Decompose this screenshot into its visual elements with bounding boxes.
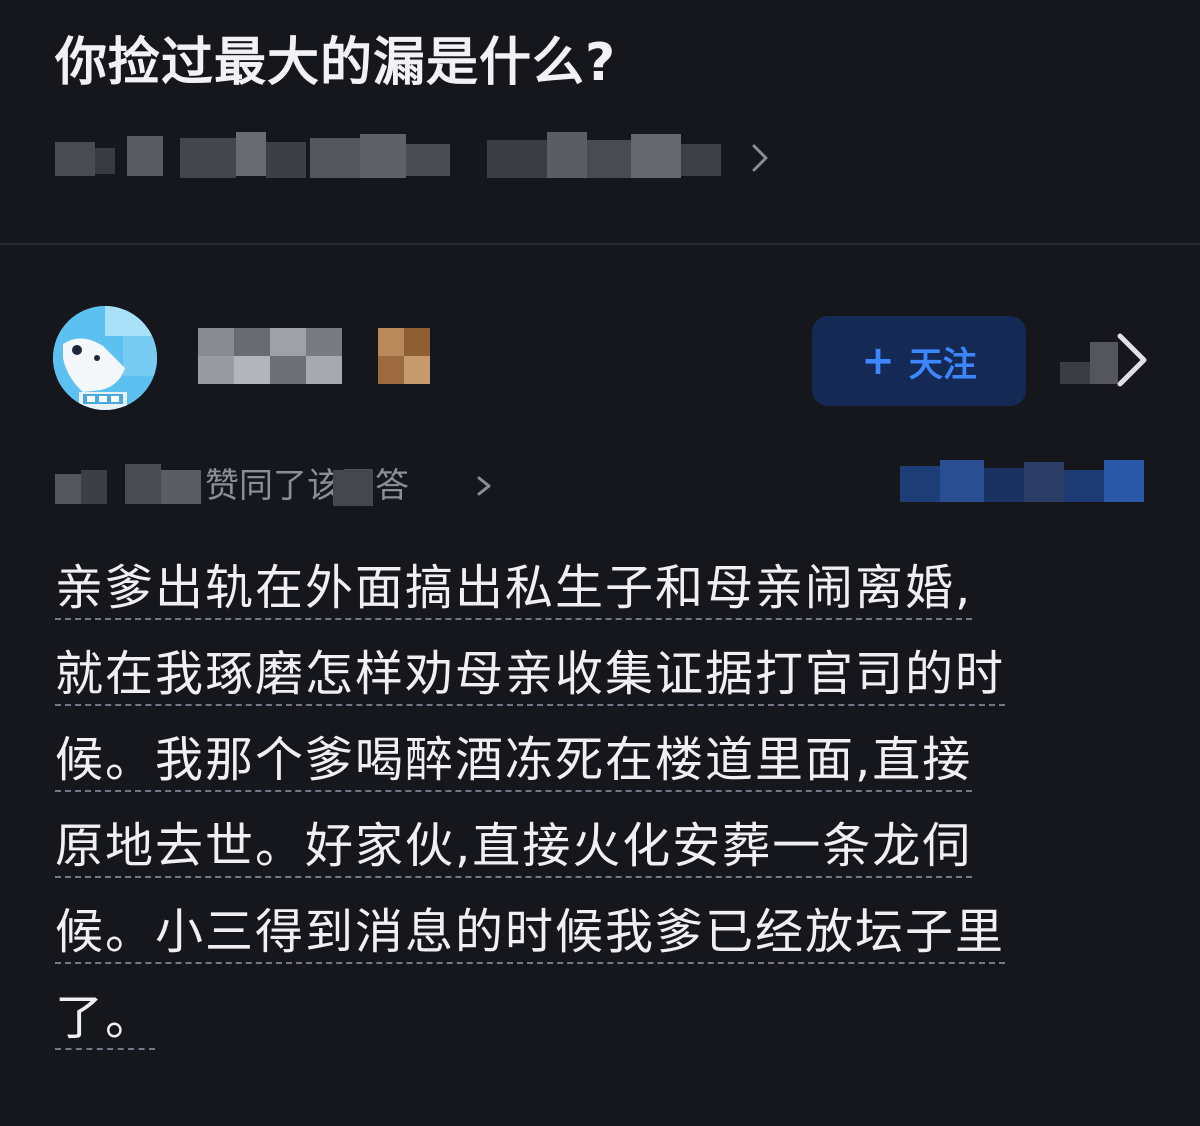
answer-line: 候。小三得到消息的时候我爹已经放坛子里 (55, 904, 1006, 960)
question-meta-pixelated[interactable] (55, 128, 775, 184)
chevron-right-icon[interactable] (1112, 330, 1152, 390)
share-mosaic (1060, 342, 1118, 384)
chevron-right-icon (477, 476, 491, 496)
plus-icon: + (861, 338, 895, 384)
badge-icon (378, 328, 430, 384)
votes-text-partial-mosaic (333, 470, 373, 506)
answer-line: 候。我那个爹喝醉酒冻死在楼道里面,直接 (55, 732, 973, 788)
author-name-pixelated[interactable] (198, 328, 342, 384)
votes-text: 赞同了该回答 (205, 466, 409, 506)
author-badge-pixelated (378, 328, 430, 384)
chevron-right-icon[interactable] (748, 138, 772, 178)
answer-line: 了。 (55, 990, 156, 1046)
answer-line: 原地去世。好家伙,直接火化安葬一条龙伺 (55, 818, 973, 874)
answer-line: 亲爹出轨在外面搞出私生子和母亲闹离婚, (55, 560, 973, 616)
answer-body: 亲爹出轨在外面搞出私生子和母亲闹离婚, 就在我琢磨怎样劝母亲收集证据打官司的时 … (55, 545, 1135, 1061)
polar-bear-avatar-icon (53, 306, 157, 410)
votes-row[interactable]: 赞同了该回答 (55, 460, 515, 512)
avatar[interactable] (53, 306, 157, 410)
answer-line: 就在我琢磨怎样劝母亲收集证据打官司的时 (55, 646, 1006, 702)
votes-count-mosaic (55, 464, 201, 504)
follow-button[interactable]: + 天注 (812, 316, 1026, 406)
edit-time-mosaic (900, 460, 1144, 502)
author-name-mosaic (198, 328, 342, 384)
section-divider (0, 243, 1200, 245)
pixelated-meta-mosaic (55, 132, 721, 178)
edit-time-pixelated (900, 456, 1150, 512)
follow-label: 天注 (908, 344, 977, 385)
question-title[interactable]: 你捡过最大的漏是什么? (55, 28, 616, 98)
